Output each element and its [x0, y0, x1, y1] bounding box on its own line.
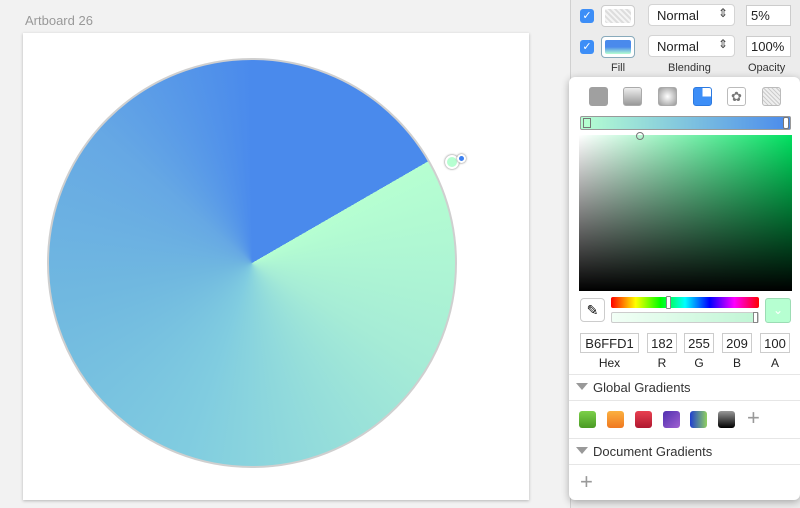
fill-row-2: ✓ Normal ⇕ 100% — [571, 34, 800, 60]
artboard-title[interactable]: Artboard 26 — [25, 13, 93, 28]
global-gradients-header[interactable]: Global Gradients — [569, 374, 800, 401]
fill-type-radial-icon[interactable] — [658, 87, 677, 106]
gradient-stop-start[interactable] — [583, 118, 591, 128]
fill-1-opacity-input[interactable]: 5% — [746, 5, 791, 26]
hue-slider-handle[interactable] — [666, 296, 671, 309]
gradient-stop-end[interactable] — [783, 117, 789, 129]
hex-input[interactable]: B6FFD1 — [580, 333, 639, 353]
fill-1-blending-select[interactable]: Normal ⇕ — [648, 4, 735, 26]
g-label: G — [694, 356, 704, 370]
hue-slider[interactable] — [611, 296, 759, 309]
canvas: Artboard 26 — [0, 0, 570, 508]
alpha-slider[interactable] — [611, 312, 759, 323]
blending-value: Normal — [657, 39, 699, 54]
blending-label: Blending — [668, 62, 711, 74]
fill-type-angular-icon[interactable] — [693, 87, 712, 106]
fill-type-pattern-icon[interactable]: ✿ — [727, 87, 746, 106]
gradient-bar[interactable] — [580, 116, 791, 130]
opacity-label: Opacity — [748, 62, 786, 74]
saturation-brightness-field[interactable] — [579, 132, 792, 291]
global-gradient-swatch-orange[interactable] — [607, 411, 624, 428]
global-gradient-swatch-green[interactable] — [579, 411, 596, 428]
b-label: B — [732, 356, 741, 370]
document-gradients-header[interactable]: Document Gradients — [569, 438, 800, 465]
hex-label: Hex — [598, 356, 621, 370]
color-picker-popover: ✿ ✎ ⌄ B6FFD1 182 255 209 100 Hex R G B A… — [569, 77, 800, 500]
global-gradient-swatch-black[interactable] — [718, 411, 735, 428]
color-presets-toggle[interactable]: ⌄ — [765, 298, 791, 323]
fill-type-noise-icon[interactable] — [762, 87, 781, 106]
fill-2-blending-select[interactable]: Normal ⇕ — [648, 35, 735, 57]
updown-icon: ⇕ — [717, 6, 728, 20]
add-global-gradient-button[interactable]: + — [747, 405, 760, 431]
fill-2-swatch[interactable] — [601, 36, 635, 58]
r-input[interactable]: 182 — [647, 333, 677, 353]
fill-label: Fill — [611, 62, 626, 74]
disclosure-triangle-icon — [576, 447, 588, 454]
alpha-slider-handle[interactable] — [753, 312, 758, 323]
fill-1-swatch[interactable] — [601, 5, 635, 27]
disclosure-triangle-icon — [576, 383, 588, 390]
angular-gradient-circle[interactable] — [47, 58, 457, 468]
document-gradients-title: Document Gradients — [593, 444, 713, 459]
fill-row-1: ✓ Normal ⇕ 5% — [571, 3, 800, 29]
global-gradient-swatch-purple[interactable] — [663, 411, 680, 428]
eyedropper-icon[interactable]: ✎ — [580, 298, 605, 322]
fill-2-opacity-input[interactable]: 100% — [746, 36, 791, 57]
global-gradient-swatch-blue-green[interactable] — [690, 411, 707, 428]
updown-icon: ⇕ — [717, 37, 728, 51]
b-input[interactable]: 209 — [722, 333, 752, 353]
add-document-gradient-button[interactable]: + — [580, 469, 593, 495]
color-cursor[interactable] — [636, 132, 644, 140]
global-gradients-title: Global Gradients — [593, 380, 691, 395]
global-gradient-swatch-red[interactable] — [635, 411, 652, 428]
fill-1-checkbox[interactable]: ✓ — [580, 9, 594, 23]
g-input[interactable]: 255 — [684, 333, 714, 353]
r-label: R — [657, 356, 667, 370]
fill-type-linear-icon[interactable] — [623, 87, 642, 106]
a-label: A — [770, 356, 779, 370]
blending-value: Normal — [657, 8, 699, 23]
fill-type-solid-icon[interactable] — [589, 87, 608, 106]
fill-2-checkbox[interactable]: ✓ — [580, 40, 594, 54]
a-input[interactable]: 100 — [760, 333, 790, 353]
gradient-stop-handle-end[interactable] — [457, 154, 466, 163]
